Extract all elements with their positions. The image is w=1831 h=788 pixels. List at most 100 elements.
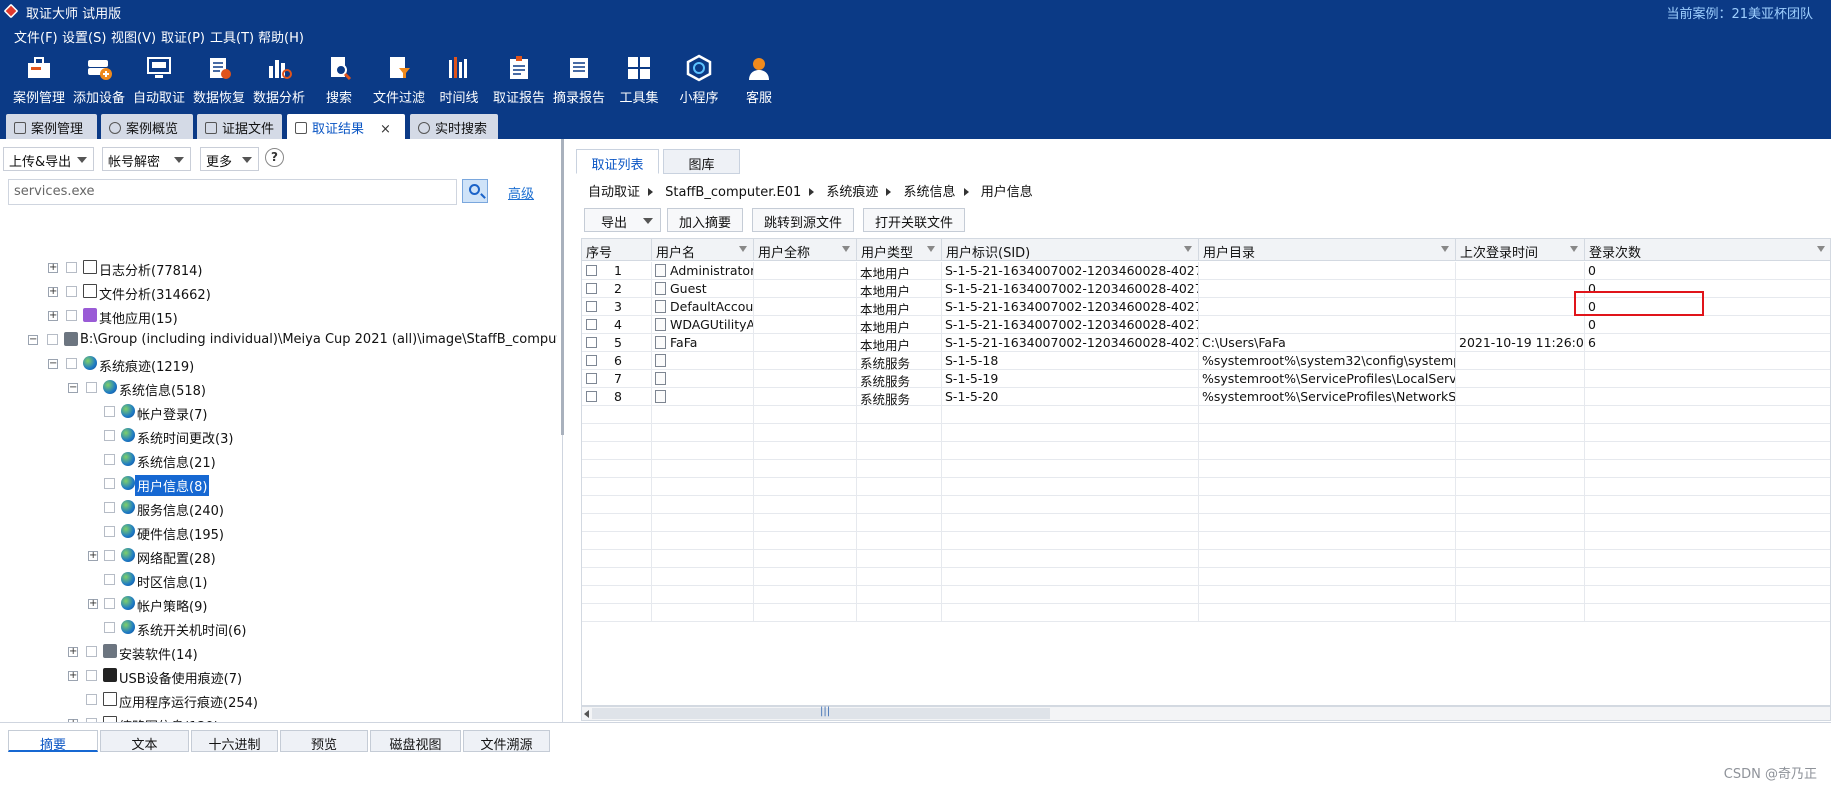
left-vertical-scrollbar[interactable] — [561, 139, 564, 435]
tree-expander-icon[interactable]: + — [68, 647, 78, 657]
column-header[interactable]: 用户目录 — [1199, 239, 1456, 261]
breadcrumb-item[interactable]: 用户信息 — [981, 185, 1033, 200]
tab-summary[interactable]: 摘要 — [8, 730, 98, 753]
forensic-report-button[interactable]: 取证报告 — [486, 52, 552, 110]
tab-preview[interactable]: 预览 — [280, 730, 368, 753]
help-icon[interactable]: ? — [265, 148, 284, 167]
row-checkbox[interactable] — [586, 301, 597, 312]
mini-program-button[interactable]: 小程序 — [666, 52, 732, 110]
table-row[interactable]: 1 Administrator 本地用户 S-1-5-21-1634007002-12… — [582, 262, 1830, 280]
filter-icon[interactable] — [927, 246, 935, 252]
filter-icon[interactable] — [1441, 246, 1449, 252]
tree-node[interactable]: 帐户登录(7) — [0, 402, 560, 423]
tree-checkbox[interactable] — [104, 430, 115, 441]
row-checkbox[interactable] — [586, 355, 597, 366]
tree-node[interactable]: 系统时间更改(3) — [0, 426, 560, 447]
filter-icon[interactable] — [1184, 246, 1192, 252]
grid-horizontal-scrollbar[interactable]: ||| — [581, 706, 1831, 721]
menu-tools[interactable]: 工具(T) — [210, 27, 254, 46]
tab-hex[interactable]: 十六进制 — [191, 730, 278, 753]
row-checkbox[interactable] — [586, 373, 597, 384]
menu-help[interactable]: 帮助(H) — [258, 27, 304, 46]
tree-checkbox[interactable] — [104, 574, 115, 585]
menu-view[interactable]: 视图(V) — [111, 27, 156, 46]
tab-case-overview[interactable]: 案例概览 — [101, 114, 193, 139]
menu-settings[interactable]: 设置(S) — [62, 27, 106, 46]
tree-checkbox[interactable] — [66, 310, 77, 321]
add-excerpt-button[interactable]: 加入摘要 — [667, 208, 743, 232]
tree-node[interactable]: + USB设备使用痕迹(7) — [0, 666, 560, 687]
tab-forensic-list[interactable]: 取证列表 — [576, 149, 659, 174]
tab-text[interactable]: 文本 — [100, 730, 189, 753]
tree-expander-icon[interactable]: − — [28, 335, 38, 345]
customer-service-button[interactable]: 客服 — [726, 52, 792, 110]
tree-node[interactable]: + 帐户策略(9) — [0, 594, 560, 615]
tree-checkbox[interactable] — [104, 598, 115, 609]
row-checkbox[interactable] — [586, 337, 597, 348]
data-recovery-button[interactable]: 数据恢复 — [186, 52, 252, 110]
search-button[interactable]: 搜索 — [306, 52, 372, 110]
tree-checkbox[interactable] — [104, 478, 115, 489]
close-icon[interactable]: × — [380, 122, 391, 137]
tree-node[interactable]: 时区信息(1) — [0, 570, 560, 591]
tree-expander-icon[interactable]: + — [48, 287, 58, 297]
column-header[interactable]: 用户标识(SID) — [942, 239, 1199, 261]
tree-checkbox[interactable] — [104, 406, 115, 417]
column-header[interactable]: 用户名 — [652, 239, 754, 261]
row-checkbox[interactable] — [586, 319, 597, 330]
table-row[interactable]: 7 系统服务 S-1-5-19 %systemroot%\ServiceProfile… — [582, 370, 1830, 388]
table-row[interactable]: 5 FaFa 本地用户 S-1-5-21-1634007002-1203460028-… — [582, 334, 1830, 352]
tree-checkbox[interactable] — [86, 382, 97, 393]
file-filter-button[interactable]: 文件过滤 — [366, 52, 432, 110]
column-header[interactable]: 用户全称 — [754, 239, 857, 261]
tree-checkbox[interactable] — [104, 526, 115, 537]
filter-icon[interactable] — [739, 246, 747, 252]
case-management-button[interactable]: 案例管理 — [6, 52, 72, 110]
tab-gallery[interactable]: 图库 — [663, 149, 740, 174]
tree-node[interactable]: 硬件信息(195) — [0, 522, 560, 543]
upload-export-dropdown[interactable]: 上传&导出 — [3, 147, 94, 171]
column-header[interactable]: 用户类型 — [857, 239, 942, 261]
tree-node[interactable]: − B:\Group (including individual)\Meiya C… — [0, 330, 560, 350]
tree-checkbox[interactable] — [104, 502, 115, 513]
data-analysis-button[interactable]: 数据分析 — [246, 52, 312, 110]
tab-case-management[interactable]: 案例管理 — [6, 114, 97, 139]
breadcrumb-item[interactable]: StaffB_computer.E01 — [665, 185, 801, 200]
filter-icon[interactable] — [842, 246, 850, 252]
tree-node[interactable]: + 安装软件(14) — [0, 642, 560, 663]
account-decrypt-dropdown[interactable]: 帐号解密 — [102, 147, 191, 171]
tree-expander-icon[interactable]: + — [88, 551, 98, 561]
tree-expander-icon[interactable]: + — [68, 671, 78, 681]
tree-checkbox[interactable] — [86, 694, 97, 705]
tree-node[interactable]: 用户信息(8) — [0, 474, 560, 496]
scroll-left-icon[interactable] — [584, 710, 589, 718]
table-row[interactable]: 6 系统服务 S-1-5-18 %systemroot%\system32\confi… — [582, 352, 1830, 370]
breadcrumb-item[interactable]: 系统信息 — [904, 185, 956, 200]
menu-forensics[interactable]: 取证(P) — [161, 27, 205, 46]
auto-forensics-button[interactable]: 自动取证 — [126, 52, 192, 110]
open-related-button[interactable]: 打开关联文件 — [863, 208, 965, 232]
table-row[interactable]: 4WDAGUtilityAc... 本地用户S-1-5-21-1634007002… — [582, 316, 1830, 334]
tree-checkbox[interactable] — [66, 358, 77, 369]
tab-evidence-files[interactable]: 证据文件 — [197, 114, 282, 139]
tree-node[interactable]: 系统信息(21) — [0, 450, 560, 471]
tree-expander-icon[interactable]: + — [48, 263, 58, 273]
column-header[interactable]: 上次登录时间 — [1456, 239, 1585, 261]
more-dropdown[interactable]: 更多 — [200, 147, 259, 171]
excerpt-report-button[interactable]: 摘录报告 — [546, 52, 612, 110]
tree-checkbox[interactable] — [104, 550, 115, 561]
table-row[interactable]: 8 系统服务 S-1-5-20 %systemroot%\ServiceProfile… — [582, 388, 1830, 406]
tree-node[interactable]: 应用程序运行痕迹(254) — [0, 690, 560, 711]
toolset-button[interactable]: 工具集 — [606, 52, 672, 110]
tree-node[interactable]: + 其他应用(15) — [0, 306, 560, 327]
column-header[interactable]: 登录次数 — [1585, 239, 1830, 261]
menu-file[interactable]: 文件(F) — [14, 27, 58, 46]
add-device-button[interactable]: 添加设备 — [66, 52, 132, 110]
tree-checkbox[interactable] — [66, 286, 77, 297]
tree-node[interactable]: + 网络配置(28) — [0, 546, 560, 567]
row-checkbox[interactable] — [586, 265, 597, 276]
row-checkbox[interactable] — [586, 391, 597, 402]
tree-node[interactable]: + 日志分析(77814) — [0, 258, 560, 279]
tree-node[interactable]: 服务信息(240) — [0, 498, 560, 519]
row-checkbox[interactable] — [586, 283, 597, 294]
